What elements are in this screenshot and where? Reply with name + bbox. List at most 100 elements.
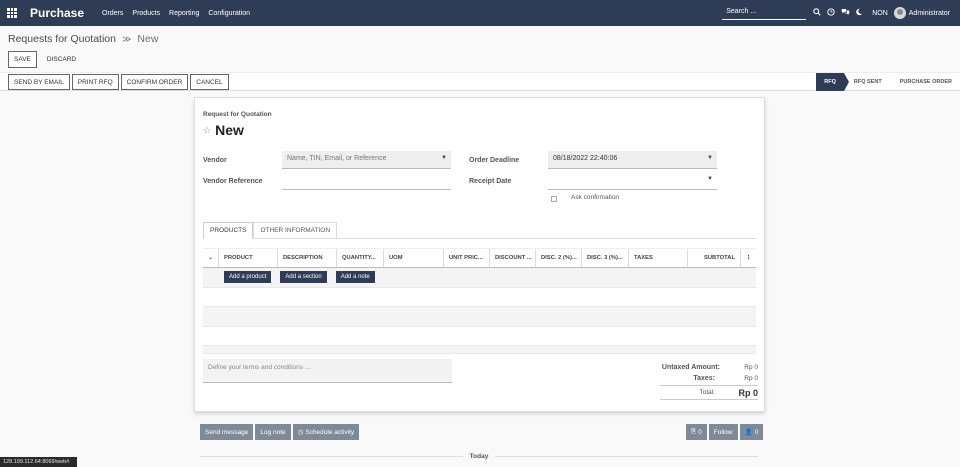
- table-footer: [203, 346, 756, 354]
- col-discount[interactable]: DISCOUNT ...: [490, 249, 536, 267]
- print-rfq-button[interactable]: PRINT RFQ: [71, 74, 119, 90]
- log-note-button[interactable]: Log note: [255, 424, 291, 440]
- col-product[interactable]: PRODUCT: [219, 249, 278, 267]
- discard-button[interactable]: DISCARD: [41, 51, 82, 68]
- col-quantity[interactable]: QUANTITY...: [337, 249, 384, 267]
- schedule-activity-label: Schedule activity: [305, 428, 355, 436]
- menu-orders[interactable]: Orders: [102, 10, 123, 17]
- main-menu: Orders Products Reporting Configuration: [102, 10, 259, 17]
- col-description[interactable]: DESCRIPTION: [278, 249, 337, 267]
- order-deadline-label: Order Deadline: [469, 157, 520, 164]
- chevron-down-icon[interactable]: ▼: [707, 155, 713, 161]
- status-bar: RFQ RFQ SENT PURCHASE ORDER: [816, 73, 960, 91]
- chevron-down-icon[interactable]: ▼: [707, 176, 713, 182]
- top-navbar: Purchase Orders Products Reporting Confi…: [0, 0, 960, 26]
- add-note-button[interactable]: Add a note: [335, 271, 375, 284]
- navbar-right: Search ... NON Administrator: [722, 0, 960, 26]
- user-menu[interactable]: Administrator: [893, 7, 950, 19]
- column-options-icon[interactable]: ⋮: [741, 249, 756, 267]
- browser-status-url: 128.199.112.64:8069/web#: [0, 457, 77, 467]
- app-name[interactable]: Purchase: [30, 6, 100, 20]
- add-section-button[interactable]: Add a section: [280, 271, 327, 284]
- chat-icon[interactable]: [838, 8, 852, 18]
- sort-chevron-icon[interactable]: ⌄: [203, 249, 219, 267]
- taxes-label: Taxes:: [693, 375, 715, 382]
- ask-confirmation-checkbox[interactable]: [551, 196, 557, 202]
- cancel-button[interactable]: CANCEL: [190, 74, 229, 90]
- table-header: ⌄ PRODUCT DESCRIPTION QUANTITY... UOM UN…: [203, 248, 756, 268]
- receipt-date-label: Receipt Date: [469, 178, 512, 185]
- add-product-button[interactable]: Add a product: [224, 271, 272, 284]
- status-step-rfq[interactable]: RFQ: [816, 73, 849, 91]
- today-separator: Today: [200, 451, 759, 461]
- untaxed-amount-label: Untaxed Amount:: [661, 364, 720, 371]
- send-message-button[interactable]: Send message: [200, 424, 254, 440]
- total-value: Rp 0: [738, 387, 758, 398]
- vendor-reference-input[interactable]: [282, 172, 451, 190]
- status-step-purchase-order[interactable]: PURCHASE ORDER: [890, 73, 960, 91]
- title-row: ☆ New: [203, 122, 244, 138]
- send-by-email-button[interactable]: SEND BY EMAIL: [8, 74, 70, 90]
- followers-count: 0: [754, 428, 759, 436]
- menu-reporting[interactable]: Reporting: [169, 10, 199, 17]
- col-subtotal[interactable]: SUBTOTAL: [688, 249, 741, 267]
- menu-configuration[interactable]: Configuration: [208, 10, 250, 17]
- receipt-date-input[interactable]: ▼: [548, 172, 717, 190]
- untaxed-amount-value: Rp 0: [744, 364, 758, 371]
- star-icon[interactable]: ☆: [203, 125, 211, 136]
- user-name: Administrator: [908, 9, 950, 17]
- followers-button[interactable]: 👤 0: [739, 424, 764, 440]
- form-header: SEND BY EMAIL PRINT RFQ CONFIRM ORDER CA…: [0, 72, 960, 91]
- col-taxes[interactable]: TAXES: [629, 249, 688, 267]
- tab-products[interactable]: PRODUCTS: [203, 222, 254, 239]
- order-deadline-value: 08/18/2022 22:40:06: [553, 155, 618, 162]
- breadcrumb-separator-icon: ≫: [121, 33, 132, 44]
- page-title: New: [215, 122, 244, 138]
- company-switcher[interactable]: NON: [872, 10, 888, 17]
- schedule-activity-button[interactable]: ◷ Schedule activity: [292, 424, 360, 440]
- chatter-topbar-right: ⎘ 0 Follow 👤 0: [686, 424, 765, 440]
- moon-icon[interactable]: [852, 8, 866, 18]
- sheet-label: Request for Quotation: [203, 111, 272, 118]
- notebook-tabs: PRODUCTS OTHER INFORMATION: [203, 222, 338, 239]
- confirm-order-button[interactable]: CONFIRM ORDER: [120, 74, 189, 90]
- form-sheet: Request for Quotation ☆ New Vendor Name,…: [194, 97, 765, 412]
- clock-icon[interactable]: [824, 8, 838, 18]
- search-icon[interactable]: [810, 8, 824, 18]
- table-row: Add a product Add a section Add a note: [203, 268, 756, 288]
- col-disc-2[interactable]: DISC. 2 (%)...: [536, 249, 582, 267]
- menu-products[interactable]: Products: [132, 10, 160, 17]
- col-uom[interactable]: UOM: [384, 249, 444, 267]
- table-row: [203, 288, 756, 307]
- status-step-rfq-sent[interactable]: RFQ SENT: [844, 73, 890, 91]
- order-deadline-input[interactable]: 08/18/2022 22:40:06 ▼: [548, 151, 717, 169]
- col-disc-3[interactable]: DISC. 3 (%)...: [582, 249, 629, 267]
- clock-icon: ◷: [297, 429, 304, 436]
- avatar: [893, 7, 906, 19]
- chevron-down-icon[interactable]: ▼: [441, 155, 447, 161]
- vendor-label: Vendor: [203, 157, 227, 164]
- attachments-count: 0: [698, 428, 702, 436]
- save-button[interactable]: SAVE: [8, 51, 37, 68]
- form-buttons: SAVE DISCARD: [8, 51, 86, 68]
- totals-divider: [660, 399, 758, 400]
- ask-confirmation-label: Ask confirmation: [571, 194, 620, 201]
- table-row: [203, 327, 756, 346]
- tab-other-information[interactable]: OTHER INFORMATION: [253, 222, 338, 239]
- follow-button[interactable]: Follow: [708, 424, 738, 440]
- total-label: Total:: [699, 389, 715, 396]
- taxes-value: Rp 0: [744, 375, 758, 382]
- apps-grid-icon[interactable]: [2, 0, 22, 26]
- terms-input[interactable]: Define your terms and conditions ...: [203, 359, 452, 383]
- attachments-button[interactable]: ⎘ 0: [686, 424, 707, 440]
- order-lines-table: ⌄ PRODUCT DESCRIPTION QUANTITY... UOM UN…: [203, 248, 756, 354]
- paperclip-icon: ⎘: [691, 428, 697, 435]
- totals-summary: Untaxed Amount: Rp 0 Taxes: Rp 0 Total: …: [660, 362, 758, 401]
- table-row: [203, 307, 756, 327]
- vendor-placeholder: Name, TIN, Email, or Reference: [287, 155, 387, 162]
- breadcrumb-parent[interactable]: Requests for Quotation: [8, 33, 116, 45]
- user-icon: 👤: [744, 429, 753, 436]
- vendor-input[interactable]: Name, TIN, Email, or Reference ▼: [282, 151, 451, 169]
- navbar-search-input[interactable]: Search ...: [722, 6, 807, 20]
- col-unit-price[interactable]: UNIT PRIC...: [444, 249, 490, 267]
